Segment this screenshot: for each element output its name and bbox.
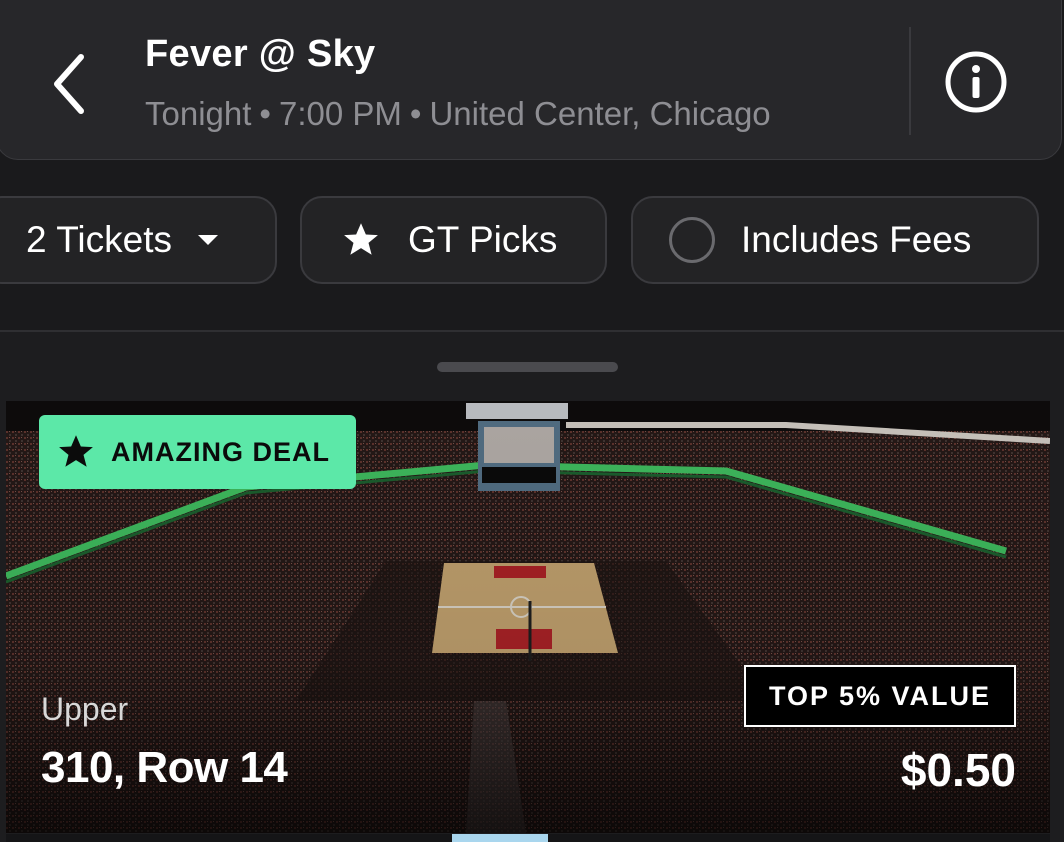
back-button[interactable]	[45, 49, 93, 119]
event-day: Tonight	[145, 95, 252, 132]
amazing-deal-badge: AMAZING DEAL	[39, 415, 356, 489]
star-icon	[342, 222, 380, 258]
caret-down-icon	[196, 233, 220, 247]
event-time: 7:00 PM	[278, 95, 402, 132]
includes-fees-toggle[interactable]: Includes Fees	[631, 196, 1039, 284]
star-icon	[57, 434, 95, 470]
deal-badge-label: AMAZING DEAL	[111, 436, 330, 467]
ticket-quantity-dropdown[interactable]: 2 Tickets	[0, 196, 277, 284]
gt-picks-filter[interactable]: GT Picks	[300, 196, 607, 284]
info-icon	[945, 51, 1007, 113]
event-title: Fever @ Sky	[145, 33, 376, 75]
sheet-grabber-handle[interactable]	[437, 362, 618, 372]
scoreboard-glimpse	[452, 834, 548, 842]
includes-fees-label: Includes Fees	[741, 219, 972, 260]
event-listings-screen: Fever @ Sky Tonight • 7:00 PM • United Cente…	[0, 0, 1064, 842]
seat-level: Upper	[41, 691, 129, 727]
header-divider	[909, 27, 911, 135]
event-venue: United Center, Chicago	[429, 95, 771, 132]
info-button[interactable]	[943, 49, 1009, 115]
event-header: Fever @ Sky Tonight • 7:00 PM • United Cente…	[0, 0, 1062, 160]
radio-unchecked-icon[interactable]	[669, 217, 715, 263]
next-listing-card-peek[interactable]	[6, 834, 1050, 842]
ticket-listing-card[interactable]: AMAZING DEAL TOP 5% VALUE Upper 310, Row…	[6, 401, 1050, 833]
ticket-price: $0.50	[900, 744, 1016, 796]
gt-picks-label: GT Picks	[408, 219, 558, 260]
ticket-quantity-label: 2 Tickets	[26, 219, 172, 260]
separator-dot: •	[409, 95, 422, 132]
event-subtitle: Tonight • 7:00 PM • United Center, Chicago	[145, 95, 771, 133]
seat-location: 310, Row 14	[41, 743, 288, 792]
separator-dot: •	[259, 95, 271, 132]
value-rank-badge: TOP 5% VALUE	[744, 665, 1016, 727]
chevron-left-icon	[54, 54, 84, 114]
